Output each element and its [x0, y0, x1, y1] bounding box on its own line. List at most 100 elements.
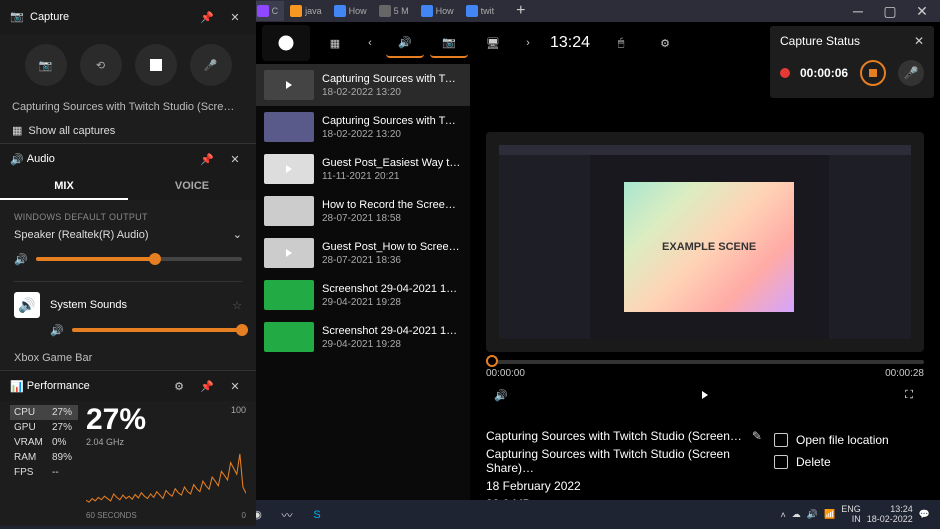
capture-status-title: Capture Status [780, 34, 860, 48]
tab-mix[interactable]: MIX [0, 174, 128, 200]
trash-icon [774, 455, 788, 469]
time-current: 00:00:00 [486, 368, 525, 379]
fullscreen-button[interactable]: ⛶ [894, 383, 924, 407]
speaker-name: Speaker (Realtek(R) Audio) [14, 229, 149, 241]
notifications-button[interactable]: 💬 [919, 509, 930, 520]
perf-x-left: 60 SECONDS [86, 511, 137, 520]
chevron-down-icon[interactable]: ⌄ [233, 228, 242, 241]
recording-indicator [780, 68, 790, 78]
speaker-volume-slider[interactable] [36, 257, 242, 261]
mouse-button[interactable]: 🖱 [602, 28, 640, 58]
capture-subtitle: Capturing Sources with Twitch Studio (Sc… [0, 96, 256, 118]
capture-list-item[interactable]: Guest Post_Easiest Way to…11-11-2021 20:… [256, 148, 470, 190]
camera-icon: 📷 [10, 10, 24, 24]
browser-tab[interactable]: twit [460, 1, 501, 21]
pin-button[interactable]: 📌 [196, 375, 218, 397]
settings-gear-button[interactable]: ⚙ [646, 28, 684, 58]
capture-list-item[interactable]: Screenshot 29-04-2021 19_2…29-04-2021 19… [256, 274, 470, 316]
open-file-location-button[interactable]: Open file location [774, 429, 924, 451]
play-button[interactable] [690, 383, 720, 407]
mic-mute-button[interactable]: 🎤 [898, 60, 924, 86]
stop-recording-button[interactable] [860, 60, 886, 86]
captures-list[interactable]: Capturing Sources with Twit…18-02-2022 1… [256, 64, 470, 500]
window-close[interactable]: ✕ [912, 1, 932, 21]
grid-icon: ▦ [12, 124, 22, 137]
audio-toolbar-button[interactable]: 🔊 [386, 28, 424, 58]
video-seek-bar[interactable] [486, 360, 924, 364]
screenshot-button[interactable]: 📷 [25, 44, 67, 86]
record-last-button[interactable]: ⟲ [80, 44, 122, 86]
scene-label: EXAMPLE SCENE [624, 182, 795, 313]
recording-timer: 00:00:06 [800, 66, 848, 80]
capture-toolbar-button[interactable]: 📷 [430, 28, 468, 58]
speaker-box-icon: 🔊 [14, 292, 40, 318]
taskbar-clock[interactable]: 13:24 18-02-2022 [867, 505, 913, 525]
volume-icon[interactable]: 🔊 [50, 324, 64, 337]
chevron-left-icon[interactable]: ‹ [360, 28, 380, 58]
performance-title: Performance [27, 380, 90, 392]
tray-chevron[interactable]: ˄ [781, 510, 786, 520]
close-button[interactable]: ✕ [224, 6, 246, 28]
perf-sub-value: 2.04 GHz [86, 437, 146, 447]
preview-panel: EXAMPLE SCENE 00:00:00 00:00:28 🔊 ⛶ [470, 124, 940, 500]
xbox-game-bar-label: Xbox Game Bar [14, 352, 92, 364]
capture-list-item[interactable]: Guest Post_How to Screen…28-07-2021 18:3… [256, 232, 470, 274]
window-minimize[interactable]: ─ [848, 1, 868, 21]
chevron-right-icon[interactable]: › [518, 28, 538, 58]
browser-tab[interactable]: java [284, 1, 328, 21]
capture-title: Capture [30, 11, 69, 23]
perf-metric-row[interactable]: VRAM0% [10, 435, 78, 450]
monitor-toolbar-button[interactable]: 🖥 [474, 28, 512, 58]
browser-tab[interactable]: 5 M [373, 1, 415, 21]
perf-metric-row[interactable]: CPU27% [10, 405, 78, 420]
tray-icon[interactable]: 🔊 [807, 509, 818, 520]
widgets-button[interactable]: ▦ [316, 28, 354, 58]
browser-tab[interactable]: How [328, 1, 373, 21]
default-output-label: WINDOWS DEFAULT OUTPUT [14, 212, 242, 222]
system-sounds-slider[interactable] [72, 328, 242, 332]
new-tab-button[interactable]: + [506, 2, 535, 20]
folder-icon [774, 433, 788, 447]
edit-title-button[interactable]: ✎ [752, 429, 762, 443]
capture-widget: 📷 Capture 📌 ✕ 📷 ⟲ 🎤 Capturing Sources wi… [0, 0, 256, 143]
perf-x-right: 0 [242, 511, 246, 520]
close-button[interactable]: ✕ [224, 375, 246, 397]
tray-icon[interactable]: ☁ [792, 509, 801, 520]
perf-metric-row[interactable]: RAM89% [10, 450, 78, 465]
time-total: 00:00:28 [885, 368, 924, 379]
window-maximize[interactable]: ▢ [880, 1, 900, 21]
preview-title: Capturing Sources with Twitch Studio (Sc… [486, 429, 742, 443]
xbox-button[interactable] [262, 25, 310, 61]
volume-button[interactable]: 🔊 [486, 383, 516, 407]
gamebar-clock: 13:24 [544, 34, 596, 52]
capture-list-item[interactable]: Capturing Sources with Twit…18-02-2022 1… [256, 64, 470, 106]
capture-status-panel: Capture Status ✕ 00:00:06 🎤 [770, 26, 934, 98]
pin-button[interactable]: 📌 [196, 148, 218, 170]
tab-voice[interactable]: VOICE [128, 174, 256, 200]
skype-button[interactable]: S [302, 500, 332, 529]
pin-button[interactable]: 📌 [196, 6, 218, 28]
delete-button[interactable]: Delete [774, 451, 924, 473]
close-icon[interactable]: ✕ [914, 34, 924, 48]
perf-metric-row[interactable]: FPS-- [10, 465, 78, 480]
video-preview[interactable]: EXAMPLE SCENE [486, 132, 924, 352]
close-button[interactable]: ✕ [224, 148, 246, 170]
gauge-icon: 📊 [10, 380, 24, 393]
perf-big-value: 27% [86, 405, 146, 435]
capture-list-item[interactable]: Capturing Sources with Twit…18-02-2022 1… [256, 106, 470, 148]
preview-full-title: Capturing Sources with Twitch Studio (Sc… [486, 447, 774, 475]
capture-list-item[interactable]: How to Record the Screen o…28-07-2021 18… [256, 190, 470, 232]
mic-toggle-button[interactable]: 🎤 [190, 44, 232, 86]
show-all-captures-link[interactable]: ▦ Show all captures [0, 118, 256, 143]
tray-icon[interactable]: 📶 [824, 509, 835, 520]
volume-icon[interactable]: 🔊 [14, 253, 28, 266]
settings-button[interactable]: ⚙ [168, 375, 190, 397]
favorite-star[interactable]: ☆ [232, 299, 242, 312]
audio-title: Audio [27, 153, 55, 165]
audio-icon: 🔊 [10, 153, 24, 166]
capture-list-item[interactable]: Screenshot 29-04-2021 19_2…29-04-2021 19… [256, 316, 470, 358]
perf-metric-row[interactable]: GPU27% [10, 420, 78, 435]
app-button[interactable]: 〰 [272, 500, 302, 529]
stop-record-button[interactable] [135, 44, 177, 86]
browser-tab[interactable]: How [415, 1, 460, 21]
